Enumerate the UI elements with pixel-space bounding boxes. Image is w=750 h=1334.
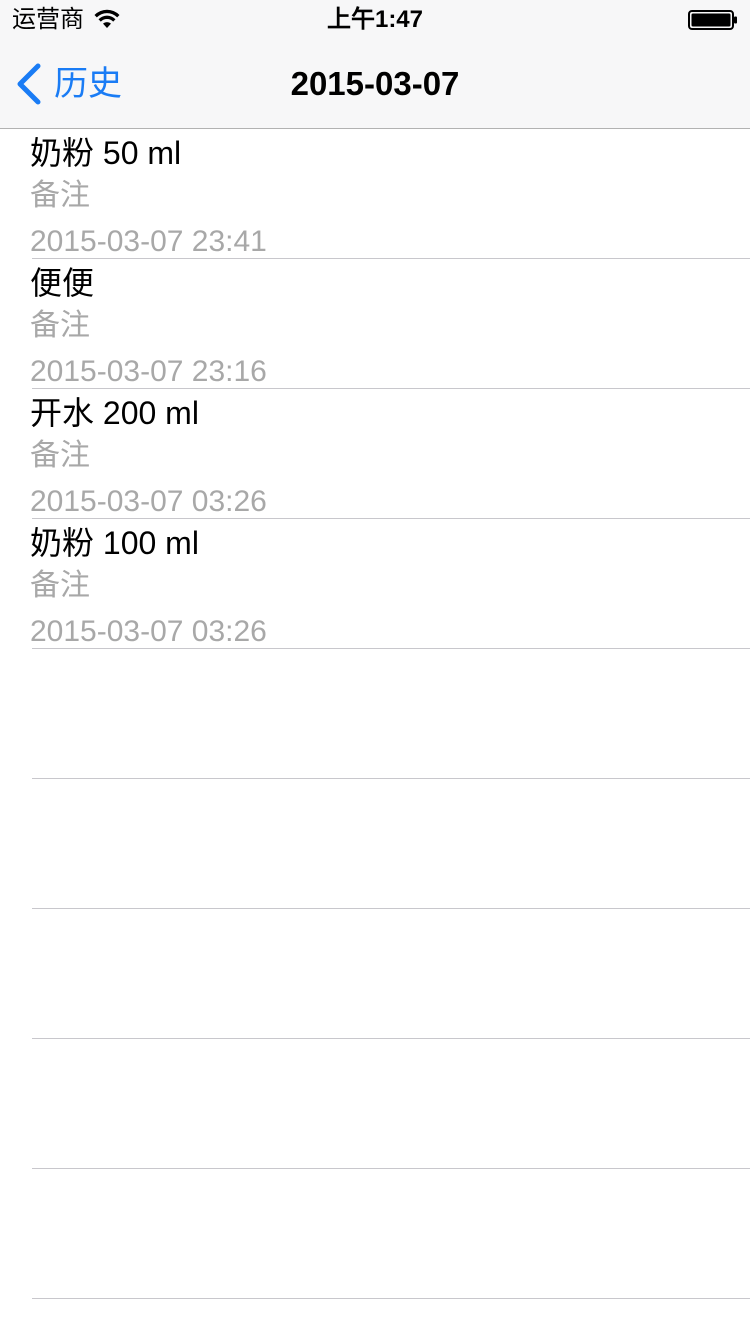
record-time: 2015-03-07 23:41	[30, 225, 267, 258]
navigation-bar: 历史 2015-03-07	[0, 40, 750, 129]
record-title: 奶粉 100 ml	[30, 525, 199, 561]
empty-row	[32, 1039, 750, 1169]
record-time: 2015-03-07 23:16	[30, 355, 267, 388]
list-item[interactable]: 开水 200 ml 备注 2015-03-07 03:26	[30, 389, 750, 519]
list-item[interactable]: 奶粉 100 ml 备注 2015-03-07 03:26	[30, 519, 750, 649]
list-item[interactable]: 奶粉 50 ml 备注 2015-03-07 23:41	[30, 129, 750, 259]
record-title: 便便	[30, 265, 95, 301]
record-time: 2015-03-07 03:26	[30, 485, 267, 518]
empty-row	[32, 649, 750, 779]
empty-row	[32, 909, 750, 1039]
status-time: 上午1:47	[326, 6, 424, 33]
record-note: 备注	[30, 439, 90, 472]
screen: 运营商 上午1:47 历史 2015-03-07 奶粉 50 ml 备注 201…	[0, 0, 750, 1334]
page-title: 2015-03-07	[290, 65, 460, 102]
record-title: 奶粉 50 ml	[30, 135, 182, 171]
battery-icon	[688, 10, 737, 30]
record-note: 备注	[30, 179, 90, 212]
record-note: 备注	[30, 569, 90, 602]
list-item[interactable]: 便便 备注 2015-03-07 23:16	[30, 259, 750, 389]
record-list[interactable]: 奶粉 50 ml 备注 2015-03-07 23:41 便便 备注 2015-…	[0, 129, 750, 1299]
empty-row	[32, 779, 750, 909]
empty-row	[32, 1169, 750, 1299]
record-time: 2015-03-07 03:26	[30, 615, 267, 648]
record-title: 开水 200 ml	[30, 395, 199, 431]
record-note: 备注	[30, 309, 90, 342]
status-bar: 运营商 上午1:47	[0, 0, 750, 40]
